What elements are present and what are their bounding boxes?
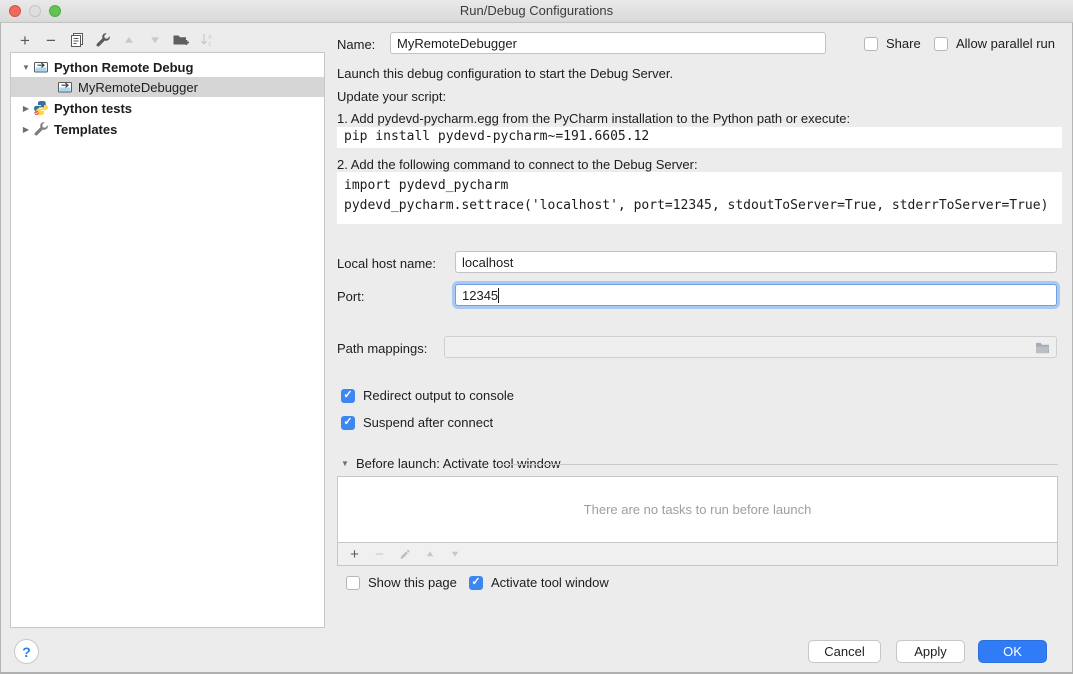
share-checkbox-row: ✓ Share [864,36,921,51]
python-icon [33,100,49,116]
remote-debug-config-icon [33,59,49,75]
show-this-page-checkbox-row: ✓ Show this page [346,575,457,590]
name-input[interactable] [390,32,826,54]
svg-text:z: z [208,41,211,48]
suspend-after-connect-checkbox-row: ✓ Suspend after connect [341,415,493,430]
intro-text: Launch this debug configuration to start… [337,66,673,81]
edit-templates-wrench-icon[interactable] [90,29,116,51]
configurations-tree: ▼ Python Remote Debug MyRemoteDebugger ▶… [10,52,325,628]
share-label: Share [886,36,921,51]
move-task-down-icon [442,544,467,564]
titlebar: Run/Debug Configurations [0,0,1073,23]
activate-tool-window-checkbox-row: ✓ Activate tool window [469,575,609,590]
window-title: Run/Debug Configurations [0,0,1073,22]
tree-item-myremotedebugger[interactable]: MyRemoteDebugger [11,77,324,97]
redirect-output-checkbox-row: ✓ Redirect output to console [341,388,514,403]
before-launch-divider [500,464,1058,465]
before-launch-toolbar: + − [338,542,1057,565]
help-button[interactable]: ? [14,639,39,664]
before-launch-task-list: There are no tasks to run before launch … [337,476,1058,566]
activate-tool-window-label: Activate tool window [491,575,609,590]
suspend-after-connect-label: Suspend after connect [363,415,493,430]
browse-folder-icon[interactable] [1035,341,1050,354]
collapse-arrow-icon[interactable]: ▼ [19,63,33,72]
path-mappings-input[interactable] [444,336,1057,358]
update-script-text: Update your script: [337,89,446,104]
tree-item-python-remote-debug[interactable]: ▼ Python Remote Debug [11,57,324,77]
step2-text: 2. Add the following command to connect … [337,157,698,172]
tree-item-label: MyRemoteDebugger [78,80,198,95]
step1-text: 1. Add pydevd-pycharm.egg from the PyCha… [337,111,850,126]
expand-arrow-icon[interactable]: ▶ [19,125,33,134]
copy-configuration-icon[interactable] [64,29,90,51]
move-down-icon [142,29,168,51]
port-label: Port: [337,289,364,304]
add-configuration-icon[interactable]: + [12,29,38,51]
share-checkbox[interactable]: ✓ [864,37,878,51]
tree-item-label: Templates [54,122,117,137]
wrench-icon [33,121,49,137]
redirect-output-label: Redirect output to console [363,388,514,403]
new-folder-icon[interactable] [168,29,194,51]
show-this-page-checkbox[interactable]: ✓ [346,576,360,590]
settrace-code-line2: pydevd_pycharm.settrace('localhost', por… [344,198,1048,213]
svg-text:a: a [208,34,212,41]
remote-debug-config-icon [57,79,73,95]
no-tasks-text: There are no tasks to run before launch [338,477,1057,542]
show-this-page-label: Show this page [368,575,457,590]
remove-task-icon: − [367,544,392,564]
allow-parallel-run-checkbox[interactable]: ✓ [934,37,948,51]
apply-button[interactable]: Apply [896,640,965,663]
local-host-name-label: Local host name: [337,256,436,271]
remove-configuration-icon[interactable]: − [38,29,64,51]
tree-item-templates[interactable]: ▶ Templates [11,119,324,139]
ok-button[interactable]: OK [978,640,1047,663]
edit-task-icon [392,544,417,564]
tree-item-label: Python Remote Debug [54,60,193,75]
before-launch-collapse-icon[interactable]: ▼ [341,459,349,468]
redirect-output-checkbox[interactable]: ✓ [341,389,355,403]
name-label: Name: [337,37,375,52]
allow-parallel-run-checkbox-row: ✓ Allow parallel run [934,36,1055,51]
text-caret [498,288,499,303]
tree-item-label: Python tests [54,101,132,116]
local-host-name-input[interactable] [455,251,1057,273]
run-debug-configurations-dialog: Run/Debug Configurations + − az ▼ Python… [0,0,1073,674]
pip-install-code: pip install pydevd-pycharm~=191.6605.12 [337,127,1062,148]
settrace-code-line1: import pydevd_pycharm [344,178,508,193]
settrace-code: import pydevd_pycharm pydevd_pycharm.sett… [337,172,1062,224]
add-task-icon[interactable]: + [342,544,367,564]
tree-item-python-tests[interactable]: ▶ Python tests [11,98,324,118]
cancel-button[interactable]: Cancel [808,640,881,663]
sort-alphabetically-icon: az [194,29,220,51]
allow-parallel-run-label: Allow parallel run [956,36,1055,51]
move-up-icon [116,29,142,51]
path-mappings-label: Path mappings: [337,341,427,356]
configurations-toolbar: + − az [12,29,220,51]
help-question-icon: ? [22,644,31,660]
expand-arrow-icon[interactable]: ▶ [19,104,33,113]
port-input[interactable] [455,284,1057,306]
move-task-up-icon [417,544,442,564]
suspend-after-connect-checkbox[interactable]: ✓ [341,416,355,430]
activate-tool-window-checkbox[interactable]: ✓ [469,576,483,590]
